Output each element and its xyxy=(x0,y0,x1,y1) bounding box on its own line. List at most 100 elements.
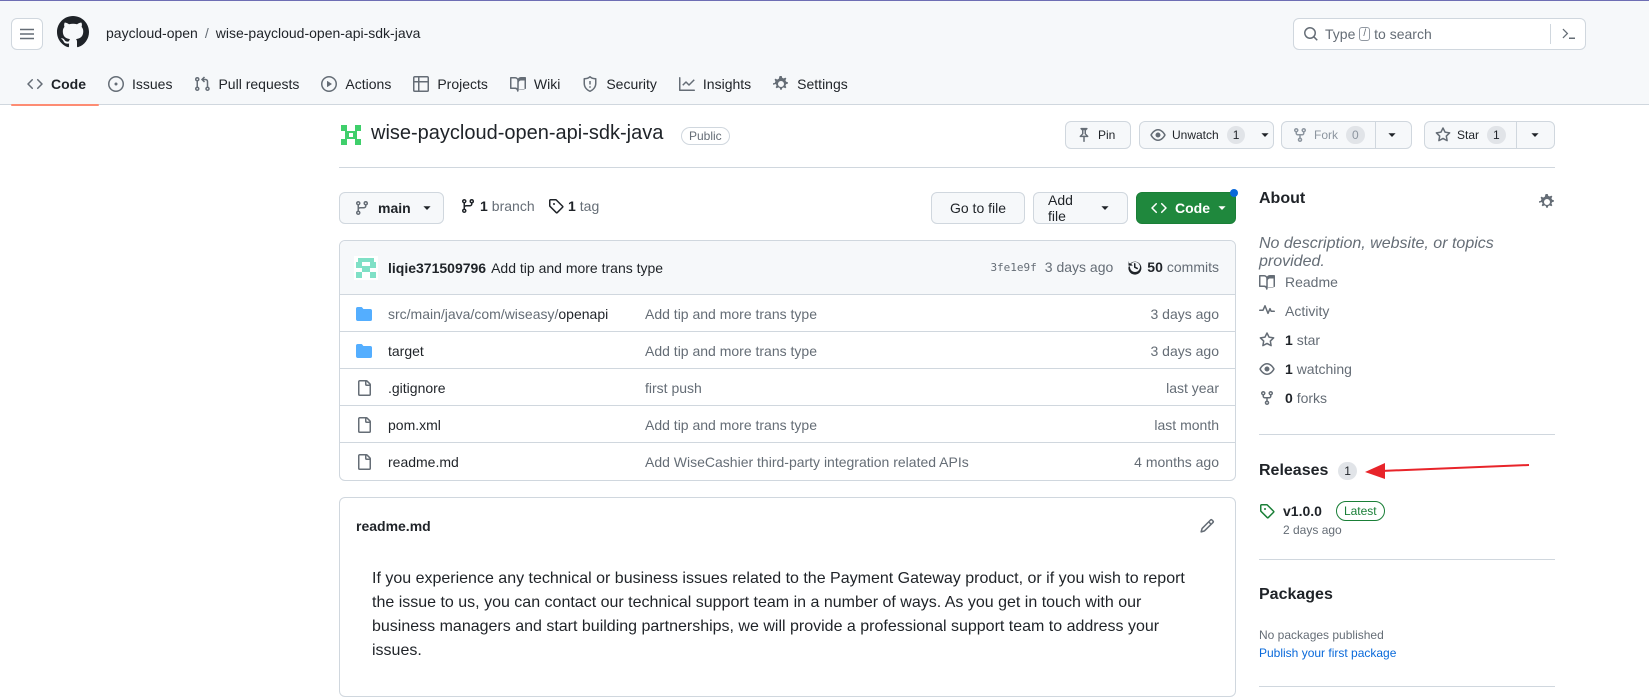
menu-button[interactable] xyxy=(11,18,43,50)
tab-label: Settings xyxy=(797,76,848,92)
search-placeholder-suffix: to search xyxy=(1374,26,1432,42)
tag-label: tag xyxy=(579,198,600,214)
release-item[interactable]: v1.0.0 Latest xyxy=(1259,501,1385,521)
repo-link[interactable]: wise-paycloud-open-api-sdk-java xyxy=(216,25,421,41)
readme-link[interactable]: Readme xyxy=(1259,274,1338,290)
pencil-icon[interactable] xyxy=(1199,518,1215,534)
forks-link[interactable]: 0 forks xyxy=(1259,390,1327,406)
tag-count-link[interactable]: 1 tag xyxy=(548,198,599,214)
readme-title[interactable]: readme.md xyxy=(356,518,431,534)
go-to-file-button[interactable]: Go to file xyxy=(931,192,1025,224)
commit-author[interactable]: liqie371509796 xyxy=(388,260,486,276)
branch-select-button[interactable]: main xyxy=(339,192,444,224)
pin-button[interactable]: Pin xyxy=(1065,121,1131,149)
tag-icon xyxy=(1260,504,1275,519)
publish-package-link[interactable]: Publish your first package xyxy=(1259,646,1396,660)
repo-tabs: Code Issues Pull requests Actions Projec… xyxy=(11,63,859,106)
file-icon xyxy=(358,454,371,470)
branch-label: branch xyxy=(491,198,535,214)
forks-count: 0 xyxy=(1285,390,1293,406)
book-icon xyxy=(1259,275,1275,290)
releases-title: Releases xyxy=(1259,462,1329,479)
search-divider xyxy=(1550,24,1551,44)
star-label: Star xyxy=(1457,128,1480,142)
search-shortcut-key: / xyxy=(1359,27,1371,41)
tab-code[interactable]: Code xyxy=(11,63,99,106)
packages-heading[interactable]: Packages xyxy=(1259,586,1333,604)
file-name[interactable]: readme.md xyxy=(388,454,459,470)
tab-insights[interactable]: Insights xyxy=(668,63,762,105)
tab-wiki[interactable]: Wiki xyxy=(499,63,571,105)
file-commit-message[interactable]: Add tip and more trans type xyxy=(645,417,817,433)
readme-label: Readme xyxy=(1285,274,1338,290)
graph-icon xyxy=(678,77,695,91)
annotation-arrow xyxy=(1365,463,1530,479)
file-row[interactable]: target Add tip and more trans type 3 day… xyxy=(340,332,1235,369)
branch-count-link[interactable]: 1 branch xyxy=(460,198,535,214)
code-icon xyxy=(1151,202,1167,214)
tab-pull-requests[interactable]: Pull requests xyxy=(183,63,310,105)
pulse-icon xyxy=(1259,304,1275,315)
tab-security[interactable]: Security xyxy=(571,63,668,105)
search-icon xyxy=(1304,27,1318,41)
readme-panel: readme.md If you experience any technica… xyxy=(339,497,1236,697)
chevron-down-icon xyxy=(1261,133,1269,137)
github-logo-icon[interactable] xyxy=(57,16,89,48)
file-row[interactable]: readme.md Add WiseCashier third-party in… xyxy=(340,443,1235,480)
file-row[interactable]: .gitignore first push last year xyxy=(340,369,1235,406)
unwatch-button[interactable]: Unwatch 1 xyxy=(1139,121,1274,149)
file-name[interactable]: target xyxy=(388,343,424,359)
commit-count-label[interactable]: commits xyxy=(1167,259,1219,275)
branch-icon xyxy=(356,200,368,216)
chevron-down-icon xyxy=(1218,206,1226,210)
file-row[interactable]: pom.xml Add tip and more trans type last… xyxy=(340,406,1235,443)
pin-icon xyxy=(1079,127,1089,142)
author-avatar[interactable] xyxy=(354,255,378,280)
activity-link[interactable]: Activity xyxy=(1259,303,1329,319)
file-name[interactable]: src/main/java/com/wiseasy/openapi xyxy=(388,306,608,322)
tab-issues[interactable]: Issues xyxy=(97,63,183,105)
owner-link[interactable]: paycloud-open xyxy=(106,25,198,41)
star-button[interactable]: Star 1 xyxy=(1424,121,1555,149)
pull-request-icon xyxy=(195,76,211,92)
releases-heading[interactable]: Releases 1 xyxy=(1259,462,1357,481)
code-button[interactable]: Code xyxy=(1136,192,1236,224)
file-commit-message[interactable]: Add WiseCashier third-party integration … xyxy=(645,454,969,470)
breadcrumb-separator: / xyxy=(204,25,209,41)
tab-settings[interactable]: Settings xyxy=(762,63,859,105)
branch-icon xyxy=(462,198,474,214)
stars-link[interactable]: 1 star xyxy=(1259,332,1320,348)
about-description: No description, website, or topics provi… xyxy=(1259,235,1494,270)
file-commit-message[interactable]: Add tip and more trans type xyxy=(645,306,817,322)
file-age: last year xyxy=(1166,380,1219,396)
commit-message[interactable]: Add tip and more trans type xyxy=(491,260,663,276)
file-commit-message[interactable]: Add tip and more trans type xyxy=(645,343,817,359)
gear-icon[interactable] xyxy=(1539,194,1555,210)
tab-projects[interactable]: Projects xyxy=(402,63,499,105)
search-input[interactable]: Type / to search xyxy=(1293,18,1586,50)
file-name[interactable]: pom.xml xyxy=(388,417,441,433)
tab-actions[interactable]: Actions xyxy=(310,63,402,105)
commit-count[interactable]: 50 xyxy=(1147,259,1163,275)
tab-label: Security xyxy=(606,76,657,92)
fork-button[interactable]: Fork 0 xyxy=(1281,121,1412,149)
folder-icon xyxy=(356,307,372,321)
sidebar-divider xyxy=(1259,434,1555,435)
history-icon xyxy=(1128,261,1142,275)
command-palette-icon[interactable] xyxy=(1561,26,1577,42)
readme-body: If you experience any technical or busin… xyxy=(372,570,1185,659)
file-commit-message[interactable]: first push xyxy=(645,380,702,396)
file-row[interactable]: src/main/java/com/wiseasy/openapi Add ti… xyxy=(340,295,1235,332)
branch-name: main xyxy=(378,200,411,216)
watching-label: watching xyxy=(1296,361,1352,377)
commit-sha[interactable]: 3fe1e9f xyxy=(990,261,1036,274)
watching-link[interactable]: 1 watching xyxy=(1259,361,1352,377)
stars-count: 1 xyxy=(1285,332,1293,348)
add-file-button[interactable]: Add file xyxy=(1033,192,1128,224)
chevron-down-icon xyxy=(1388,133,1396,137)
notification-dot xyxy=(1230,189,1238,197)
repo-title[interactable]: wise-paycloud-open-api-sdk-java xyxy=(371,122,663,145)
tab-label: Pull requests xyxy=(218,76,300,92)
latest-badge: Latest xyxy=(1335,501,1385,521)
file-name[interactable]: .gitignore xyxy=(388,380,446,396)
